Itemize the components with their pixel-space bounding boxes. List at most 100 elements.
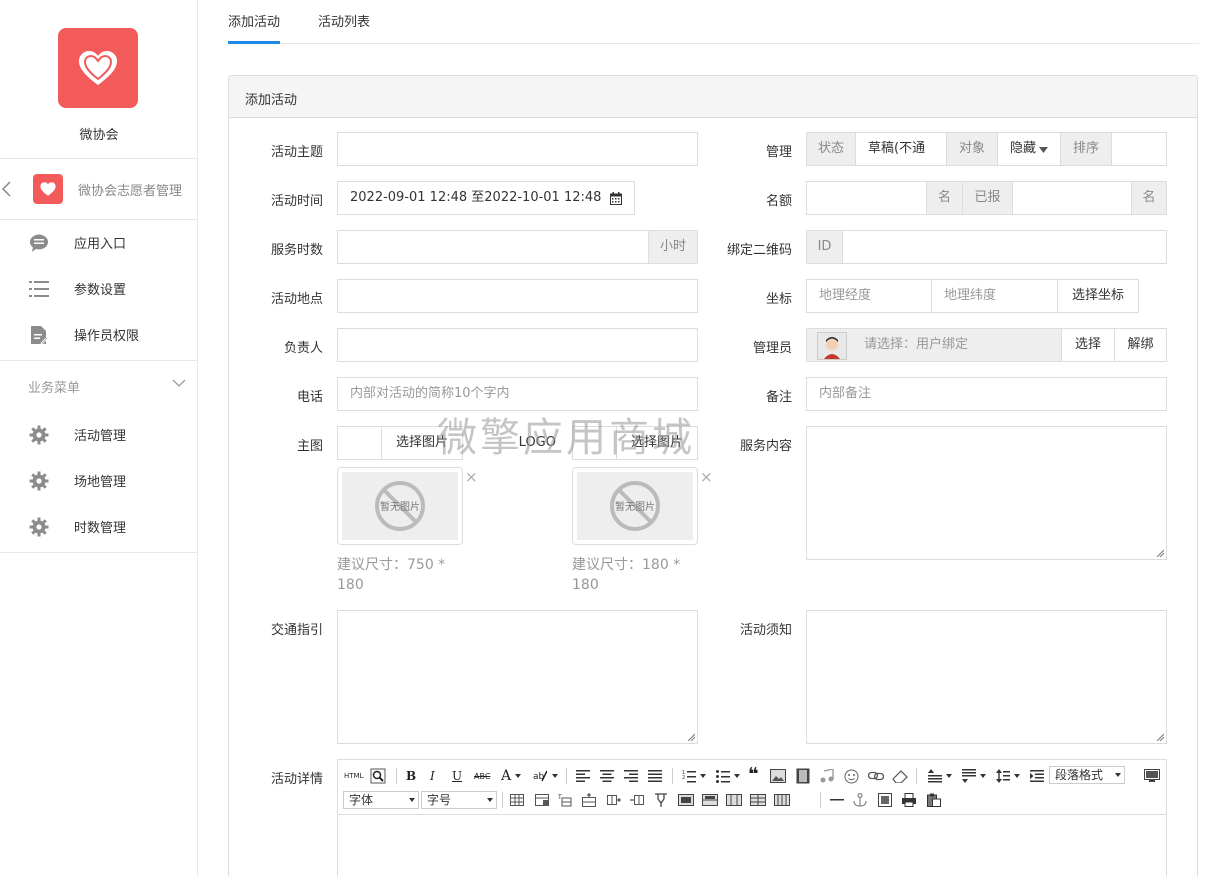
leader-input[interactable] — [337, 328, 698, 362]
choose-logo-button[interactable]: 选择图片 — [616, 426, 698, 460]
insert-row-icon[interactable] — [582, 792, 596, 808]
line-height-icon[interactable] — [996, 768, 1010, 784]
align-left-icon[interactable] — [576, 768, 590, 784]
location-input[interactable] — [337, 279, 698, 313]
qrcode-input[interactable] — [842, 230, 1167, 264]
template-icon[interactable] — [878, 792, 892, 808]
tab-add-activity[interactable]: 添加活动 — [228, 11, 281, 44]
ordered-list-icon[interactable]: 12 — [682, 768, 696, 784]
video-icon[interactable] — [796, 768, 810, 784]
eraser-icon[interactable] — [892, 768, 908, 784]
merge-cells-icon[interactable] — [678, 792, 694, 808]
sidebar-item-params[interactable]: 参数设置 — [0, 271, 198, 305]
music-icon[interactable] — [820, 768, 834, 784]
sidebar-item-operator[interactable]: 操作员权限 — [0, 317, 198, 351]
resize-grip-icon[interactable] — [1156, 549, 1164, 557]
image-icon[interactable] — [770, 768, 786, 784]
fullscreen-icon[interactable] — [1144, 768, 1160, 784]
italic-button[interactable]: I — [430, 768, 435, 784]
emoji-icon[interactable] — [844, 768, 859, 784]
hours-input[interactable] — [337, 230, 649, 264]
unordered-list-icon[interactable] — [716, 768, 730, 784]
indent-icon[interactable] — [1030, 768, 1044, 784]
choose-main-image-button[interactable]: 选择图片 — [381, 426, 463, 460]
table-insert-icon[interactable] — [510, 792, 524, 808]
time-range-input[interactable]: 2022-09-01 12:48 至2022-10-01 12:48 — [337, 181, 635, 215]
chevron-down-icon[interactable] — [734, 768, 740, 784]
font-family-select[interactable]: 字体 — [343, 791, 419, 809]
note-input[interactable]: 内部备注 — [806, 377, 1167, 411]
split-cols-icon[interactable] — [774, 792, 790, 808]
quota-input[interactable] — [806, 181, 927, 215]
print-icon[interactable] — [902, 792, 916, 808]
select-admin-button[interactable]: 选择 — [1061, 328, 1115, 362]
delete-col-icon[interactable] — [630, 792, 644, 808]
traffic-textarea[interactable] — [337, 610, 698, 744]
sort-input[interactable] — [1111, 132, 1167, 166]
service-textarea[interactable] — [806, 426, 1167, 560]
module-switch[interactable]: 微协会志愿者管理 — [0, 160, 198, 218]
strikethrough-button[interactable]: ABC — [474, 768, 490, 784]
chevron-down-icon[interactable] — [1014, 768, 1020, 784]
chevron-down-icon[interactable] — [515, 768, 521, 784]
horizontal-rule-icon[interactable] — [830, 792, 844, 808]
preview-icon[interactable] — [370, 768, 386, 784]
close-icon[interactable]: × — [700, 468, 713, 486]
tab-activity-list[interactable]: 活动列表 — [318, 11, 370, 41]
sidebar-item-label: 操作员权限 — [74, 329, 140, 344]
insert-caption-icon[interactable]: T — [558, 792, 572, 808]
align-right-icon[interactable] — [624, 768, 638, 784]
chevron-down-icon[interactable] — [946, 768, 952, 784]
chevron-down-icon[interactable] — [172, 378, 186, 388]
unbind-admin-button[interactable]: 解绑 — [1114, 328, 1167, 362]
align-justify-icon[interactable] — [648, 768, 662, 784]
choose-coord-button[interactable]: 选择坐标 — [1057, 279, 1139, 313]
theme-input[interactable] — [337, 132, 698, 166]
rich-text-editor[interactable]: HTML B I U ABC A ab 12 ❝ 段落格式 字体 字号 T — [337, 759, 1167, 876]
editor-content-area[interactable] — [338, 815, 1166, 876]
resize-grip-icon[interactable] — [687, 733, 695, 741]
split-rows-icon[interactable] — [750, 792, 766, 808]
paragraph-format-select[interactable]: 段落格式 — [1049, 766, 1125, 784]
link-icon[interactable] — [868, 768, 884, 784]
note-label: 备注 — [765, 390, 792, 405]
html-source-button[interactable]: HTML — [344, 768, 363, 784]
row-spacing-bottom-icon[interactable] — [962, 768, 976, 784]
paste-icon[interactable] — [927, 792, 941, 808]
sidebar-item-app-entry[interactable]: 应用入口 — [0, 225, 198, 259]
status-select[interactable]: 草稿(不通 — [855, 132, 947, 166]
highlight-icon[interactable]: ab — [533, 768, 547, 784]
notice-textarea[interactable] — [806, 610, 1167, 744]
resize-grip-icon[interactable] — [1156, 733, 1164, 741]
reported-input[interactable] — [1012, 181, 1132, 215]
merge-right-icon[interactable] — [702, 792, 718, 808]
sidebar-item-hours[interactable]: 时数管理 — [0, 509, 198, 543]
phone-input[interactable]: 内部对活动的简称10个字内 — [337, 377, 698, 411]
split-cells-icon[interactable] — [654, 792, 668, 808]
latitude-input[interactable]: 地理纬度 — [931, 279, 1058, 313]
font-color-button[interactable]: A — [501, 768, 511, 784]
chevron-down-icon[interactable] — [552, 768, 558, 784]
longitude-input[interactable]: 地理经度 — [806, 279, 932, 313]
sidebar-item-label: 时数管理 — [74, 521, 127, 536]
blockquote-icon[interactable]: ❝ — [748, 764, 759, 785]
bold-button[interactable]: B — [406, 768, 416, 784]
app-logo[interactable] — [58, 28, 138, 108]
row-spacing-top-icon[interactable] — [928, 768, 942, 784]
font-size-select[interactable]: 字号 — [421, 791, 497, 809]
table-props-icon[interactable] — [535, 792, 549, 808]
close-icon[interactable]: × — [465, 468, 478, 486]
anchor-icon[interactable] — [853, 792, 867, 808]
chevron-left-icon[interactable] — [0, 180, 14, 198]
chevron-down-icon[interactable] — [980, 768, 986, 784]
chevron-down-icon[interactable] — [700, 768, 706, 784]
align-center-icon[interactable] — [600, 768, 614, 784]
target-select[interactable]: 隐藏 — [997, 132, 1061, 166]
sidebar-item-venue[interactable]: 场地管理 — [0, 463, 198, 497]
main-image-input[interactable] — [337, 426, 382, 460]
underline-button[interactable]: U — [452, 768, 462, 784]
logo-input[interactable] — [572, 426, 617, 460]
insert-col-icon[interactable] — [607, 792, 621, 808]
sidebar-item-activity[interactable]: 活动管理 — [0, 417, 198, 451]
merge-down-icon[interactable] — [726, 792, 742, 808]
